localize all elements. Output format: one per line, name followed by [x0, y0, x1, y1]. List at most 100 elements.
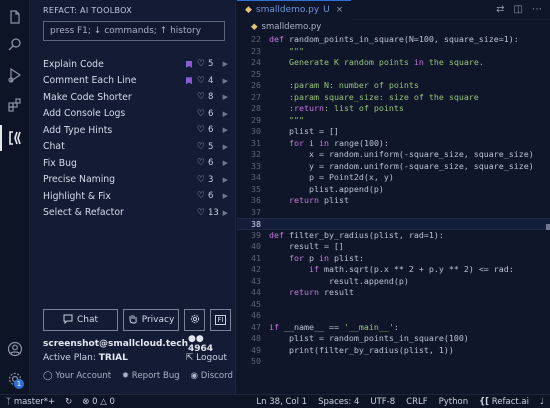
code-line[interactable]: 24 Generate K random points in the squar…: [237, 57, 550, 69]
heart-icon[interactable]: ♡: [197, 158, 205, 168]
toolbox-item[interactable]: Add Console Logs ♡ 6 ▶: [43, 106, 228, 123]
more-actions-icon[interactable]: ⋯: [532, 4, 542, 15]
refact-status[interactable]: {[ Refact.ai: [479, 397, 529, 407]
toolbox-item[interactable]: Comment Each Line ♡ 4 ▶: [43, 73, 228, 90]
language-mode[interactable]: Python: [439, 397, 468, 407]
settings-button[interactable]: [184, 309, 205, 331]
bookmark-icon[interactable]: [185, 60, 192, 68]
code-line[interactable]: 40 result = []: [237, 241, 550, 253]
code-line[interactable]: 35 plist.append(p): [237, 184, 550, 196]
code-line[interactable]: 34 p = Point2d(x, y): [237, 172, 550, 184]
code-view[interactable]: 22 def random_points_in_square(N=100, squ…: [237, 34, 550, 368]
code-line[interactable]: 31 for i in range(100):: [237, 138, 550, 150]
code-line[interactable]: 48 plist = random_points_in_square(100): [237, 333, 550, 345]
code-line[interactable]: 38: [237, 218, 550, 230]
code-line[interactable]: 28 :return: list of points: [237, 103, 550, 115]
code-line[interactable]: 46: [237, 310, 550, 322]
files-icon[interactable]: [6, 8, 24, 26]
line-text: return plist: [288, 195, 349, 205]
code-line[interactable]: 27 :param square_size: size of the squar…: [237, 92, 550, 104]
heart-icon[interactable]: ♡: [197, 76, 205, 86]
command-search-input[interactable]: press F1; ↓ commands; ↑ history: [43, 21, 225, 41]
tab-smalldemo[interactable]: ◆ smalldemo.py U ×: [237, 0, 352, 20]
problems-indicator[interactable]: ⊗ 0 △ 0: [82, 397, 115, 407]
toolbox-item[interactable]: Explain Code ♡ 5 ▶: [43, 56, 228, 73]
code-line[interactable]: 25: [237, 69, 550, 81]
code-line[interactable]: 36 return plist: [237, 195, 550, 207]
code-line[interactable]: 39 def filter_by_radius(plist, rad=1):: [237, 230, 550, 242]
code-line[interactable]: 49 print(filter_by_radius(plist, 1)): [237, 345, 550, 357]
play-arrow-icon[interactable]: ▶: [220, 60, 228, 68]
bookmark-icon[interactable]: [185, 77, 192, 85]
code-line[interactable]: 42 if math.sqrt(p.x ** 2 + p.y ** 2) <= …: [237, 264, 550, 276]
play-arrow-icon[interactable]: ▶: [220, 143, 228, 151]
heart-icon[interactable]: ♡: [197, 208, 205, 218]
code-line[interactable]: 30 plist = []: [237, 126, 550, 138]
close-icon[interactable]: ×: [336, 5, 344, 15]
toolbox-item[interactable]: Select & Refactor ♡ 13 ▶: [43, 205, 228, 222]
line-endings[interactable]: CRLF: [406, 397, 427, 407]
code-line[interactable]: 45: [237, 299, 550, 311]
error-icon: ⊗: [82, 396, 90, 407]
heart-icon[interactable]: ♡: [197, 59, 205, 69]
toolbox-item-label: Precise Naming: [43, 174, 116, 186]
play-arrow-icon[interactable]: ▶: [220, 192, 228, 200]
toolbox-item[interactable]: Chat ♡ 5 ▶: [43, 139, 228, 156]
indentation[interactable]: Spaces: 4: [318, 397, 359, 407]
line-number: 32: [251, 149, 261, 159]
heart-icon[interactable]: ♡: [197, 191, 205, 201]
toolbox-item[interactable]: Make Code Shorter ♡ 8 ▶: [43, 89, 228, 106]
your-account-link[interactable]: ◯ Your Account: [43, 371, 111, 381]
toolbox-item[interactable]: Highlight & Fix ♡ 6 ▶: [43, 188, 228, 205]
search-icon[interactable]: [6, 36, 24, 54]
run-debug-icon[interactable]: [6, 66, 24, 84]
report-bug-link[interactable]: ✹ Report Bug: [122, 371, 180, 381]
toolbox-item[interactable]: Fix Bug ♡ 6 ▶: [43, 155, 228, 172]
code-line[interactable]: 29 """: [237, 115, 550, 127]
code-line[interactable]: 41 for p in plist:: [237, 253, 550, 265]
notifications-icon[interactable]: ♩: [540, 397, 544, 407]
heart-icon[interactable]: ♡: [197, 175, 205, 185]
code-line[interactable]: 32 x = random.uniform(-square_size, squa…: [237, 149, 550, 161]
play-arrow-icon[interactable]: ▶: [220, 77, 228, 85]
code-line[interactable]: 22 def random_points_in_square(N=100, squ…: [237, 34, 550, 46]
scrollbar-marker[interactable]: [546, 224, 550, 230]
split-editor-icon[interactable]: ◫: [514, 4, 523, 15]
play-arrow-icon[interactable]: ▶: [220, 110, 228, 118]
code-line[interactable]: 33 y = random.uniform(-square_size, squa…: [237, 161, 550, 173]
encoding[interactable]: UTF-8: [370, 397, 395, 407]
code-line[interactable]: 43 result.append(p): [237, 276, 550, 288]
account-icon[interactable]: [6, 340, 24, 358]
code-line[interactable]: 47 if __name__ == '__main__':: [237, 322, 550, 334]
breadcrumb[interactable]: ◆ smalldemo.py: [237, 20, 550, 34]
code-line[interactable]: 44 return result: [237, 287, 550, 299]
play-arrow-icon[interactable]: ▶: [220, 93, 228, 101]
chat-button[interactable]: Chat: [43, 309, 118, 331]
code-line[interactable]: 26 :param N: number of points: [237, 80, 550, 92]
code-line[interactable]: 37: [237, 207, 550, 219]
heart-icon[interactable]: ♡: [197, 125, 205, 135]
privacy-button[interactable]: Privacy: [123, 309, 179, 331]
heart-icon[interactable]: ♡: [197, 142, 205, 152]
play-arrow-icon[interactable]: ▶: [220, 209, 228, 217]
play-arrow-icon[interactable]: ▶: [220, 159, 228, 167]
sync-icon[interactable]: ↻: [65, 397, 72, 407]
compare-icon[interactable]: ⇄: [496, 4, 504, 15]
code-line[interactable]: 50: [237, 356, 550, 368]
line-text: def random_points_in_square(N=100, squar…: [269, 34, 519, 44]
coin-balance: ●● 4964: [188, 334, 214, 354]
discord-link[interactable]: ◉ Discord: [190, 371, 233, 381]
extensions-icon[interactable]: [6, 96, 24, 114]
git-branch[interactable]: ᛉ master*+: [6, 397, 55, 407]
play-arrow-icon[interactable]: ▶: [220, 126, 228, 134]
refact-icon[interactable]: [6, 129, 24, 147]
heart-icon[interactable]: ♡: [197, 109, 205, 119]
heart-icon[interactable]: ♡: [197, 92, 205, 102]
toolbox-item[interactable]: Precise Naming ♡ 3 ▶: [43, 172, 228, 189]
fi-button[interactable]: FI: [210, 309, 231, 331]
toolbox-item[interactable]: Add Type Hints ♡ 6 ▶: [43, 122, 228, 139]
code-line[interactable]: 23 """: [237, 46, 550, 58]
logout-link[interactable]: ⇱ Logout: [186, 353, 227, 363]
play-arrow-icon[interactable]: ▶: [220, 176, 228, 184]
cursor-position[interactable]: Ln 38, Col 1: [256, 397, 307, 407]
